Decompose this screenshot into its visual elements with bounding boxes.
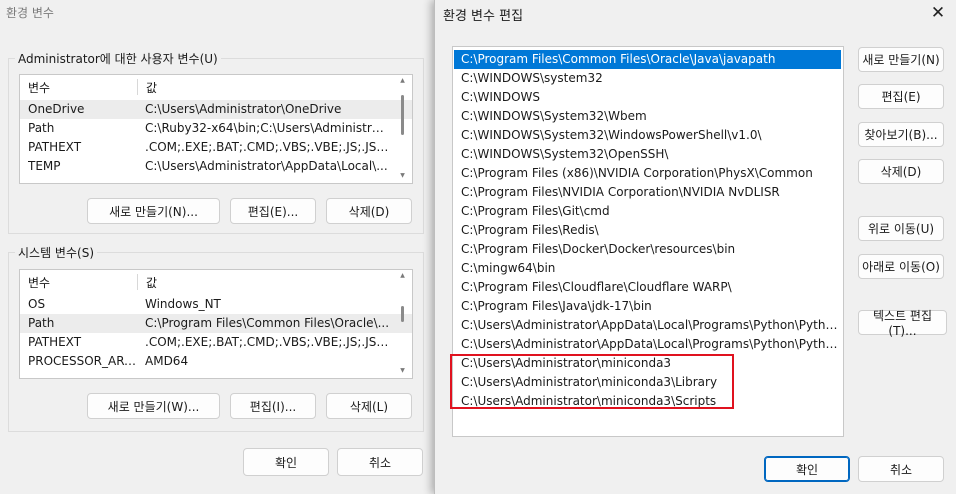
- edit-button[interactable]: 편집(E): [858, 84, 944, 109]
- ok-button[interactable]: 확인: [243, 448, 329, 476]
- list-item[interactable]: C:\WINDOWS\system32: [454, 69, 841, 88]
- user-delete-button[interactable]: 삭제(D): [326, 198, 412, 224]
- user-variables-list[interactable]: 변수 값 OneDrive C:\Users\Administrator\One…: [19, 74, 413, 184]
- list-header: 변수 값: [20, 75, 412, 97]
- list-item[interactable]: C:\WINDOWS\System32\OpenSSH\: [454, 145, 841, 164]
- move-down-button[interactable]: 아래로 이동(O): [858, 254, 944, 279]
- list-item[interactable]: C:\Program Files\Git\cmd: [454, 202, 841, 221]
- new-button[interactable]: 새로 만들기(N): [858, 47, 944, 72]
- variable-value: AMD64: [145, 354, 189, 368]
- delete-button[interactable]: 삭제(D): [858, 159, 944, 184]
- dialog-title: 환경 변수: [6, 6, 54, 20]
- variable-value: C:\Users\Administrator\OneDrive: [145, 102, 342, 116]
- variable-name: PATHEXT: [28, 335, 82, 349]
- list-item[interactable]: C:\WINDOWS\System32\Wbem: [454, 107, 841, 126]
- list-item[interactable]: C:\WINDOWS: [454, 88, 841, 107]
- variable-name: PROCESSOR_ARC...: [28, 354, 136, 368]
- column-header-variable[interactable]: 변수: [28, 274, 50, 291]
- environment-variables-dialog: 환경 변수 Administrator에 대한 사용자 변수(U) 변수 값 O…: [0, 0, 434, 494]
- variable-name: OS: [28, 297, 46, 311]
- column-header-value[interactable]: 값: [146, 274, 157, 291]
- scroll-down-icon[interactable]: ▼: [399, 368, 406, 374]
- list-item[interactable]: C:\Program Files (x86)\NVIDIA Corporatio…: [454, 164, 841, 183]
- list-item[interactable]: C:\Program Files\Common Files\Oracle\Jav…: [454, 50, 841, 69]
- table-row[interactable]: PATHEXT .COM;.EXE;.BAT;.CMD;.VBS;.VBE;.J…: [20, 333, 412, 352]
- list-item[interactable]: C:\Program Files\Java\jdk-17\bin: [454, 297, 841, 316]
- list-header: 변수 값: [20, 270, 412, 292]
- variable-value: C:\Program Files\Common Files\Oracle\...: [145, 316, 390, 330]
- list-item[interactable]: C:\Program Files\NVIDIA Corporation\NVID…: [454, 183, 841, 202]
- variable-name: PATHEXT: [28, 140, 82, 154]
- list-item[interactable]: C:\Users\Administrator\AppData\Local\Pro…: [454, 335, 841, 354]
- list-item[interactable]: C:\Users\Administrator\miniconda3: [454, 354, 841, 373]
- list-item[interactable]: C:\Program Files\Cloudflare\Cloudflare W…: [454, 278, 841, 297]
- table-row[interactable]: TEMP C:\Users\Administrator\AppData\Loca…: [20, 157, 412, 176]
- system-variables-legend: 시스템 변수(S): [18, 246, 94, 260]
- variable-name: OneDrive: [28, 102, 85, 116]
- column-header-value[interactable]: 값: [146, 79, 157, 96]
- list-item[interactable]: C:\Users\Administrator\AppData\Local\Pro…: [454, 316, 841, 335]
- edit-environment-variable-dialog: 환경 변수 편집 ✕ C:\Program Files\Common Files…: [434, 0, 956, 494]
- table-row[interactable]: OneDrive C:\Users\Administrator\OneDrive: [20, 100, 412, 119]
- list-item[interactable]: C:\Users\Administrator\miniconda3\Script…: [454, 392, 841, 411]
- ok-button[interactable]: 확인: [764, 456, 850, 482]
- scroll-up-icon[interactable]: ▲: [399, 78, 406, 84]
- table-row[interactable]: Path C:\Ruby32-x64\bin;C:\Users\Administ…: [20, 119, 412, 138]
- scroll-up-icon[interactable]: ▲: [399, 273, 406, 279]
- variable-name: TEMP: [28, 159, 61, 173]
- cancel-button[interactable]: 취소: [337, 448, 423, 476]
- variable-value: C:\Users\Administrator\AppData\Local\...: [145, 159, 388, 173]
- table-row[interactable]: OS Windows_NT: [20, 295, 412, 314]
- scroll-down-icon[interactable]: ▼: [399, 173, 406, 179]
- user-variables-legend: Administrator에 대한 사용자 변수(U): [18, 52, 218, 66]
- variable-value: Windows_NT: [145, 297, 221, 311]
- variable-name: Path: [28, 121, 55, 135]
- vertical-scrollbar[interactable]: [401, 306, 404, 322]
- list-item[interactable]: C:\Program Files\Redis\: [454, 221, 841, 240]
- column-header-variable[interactable]: 변수: [28, 79, 50, 96]
- list-item[interactable]: C:\Program Files\Docker\Docker\resources…: [454, 240, 841, 259]
- variable-name: Path: [28, 316, 55, 330]
- cancel-button[interactable]: 취소: [858, 456, 944, 482]
- list-item[interactable]: C:\Users\Administrator\miniconda3\Librar…: [454, 373, 841, 392]
- move-up-button[interactable]: 위로 이동(U): [858, 216, 944, 241]
- list-item[interactable]: C:\WINDOWS\System32\WindowsPowerShell\v1…: [454, 126, 841, 145]
- table-row[interactable]: Path C:\Program Files\Common Files\Oracl…: [20, 314, 412, 333]
- system-edit-button[interactable]: 편집(I)...: [230, 393, 316, 419]
- vertical-scrollbar[interactable]: [401, 95, 404, 135]
- path-list[interactable]: C:\Program Files\Common Files\Oracle\Jav…: [452, 46, 844, 437]
- user-edit-button[interactable]: 편집(E)...: [230, 198, 316, 224]
- browse-button[interactable]: 찾아보기(B)...: [858, 122, 944, 147]
- system-new-button[interactable]: 새로 만들기(W)...: [87, 393, 220, 419]
- user-new-button[interactable]: 새로 만들기(N)...: [87, 198, 220, 224]
- edit-text-button[interactable]: 텍스트 편집(T)...: [858, 309, 947, 338]
- variable-value: .COM;.EXE;.BAT;.CMD;.VBS;.VBE;.JS;.JSE;.…: [145, 335, 391, 349]
- dialog-title: 환경 변수 편집: [443, 9, 524, 24]
- table-row[interactable]: PATHEXT .COM;.EXE;.BAT;.CMD;.VBS;.VBE;.J…: [20, 138, 412, 157]
- close-icon[interactable]: ✕: [928, 3, 948, 23]
- variable-value: .COM;.EXE;.BAT;.CMD;.VBS;.VBE;.JS;.JSE;.…: [145, 140, 391, 154]
- system-variables-list[interactable]: 변수 값 OS Windows_NT Path C:\Program Files…: [19, 269, 413, 379]
- list-item[interactable]: C:\mingw64\bin: [454, 259, 841, 278]
- table-row[interactable]: PROCESSOR_ARC... AMD64: [20, 352, 412, 371]
- system-delete-button[interactable]: 삭제(L): [326, 393, 412, 419]
- variable-value: C:\Ruby32-x64\bin;C:\Users\Administrat..…: [145, 121, 391, 135]
